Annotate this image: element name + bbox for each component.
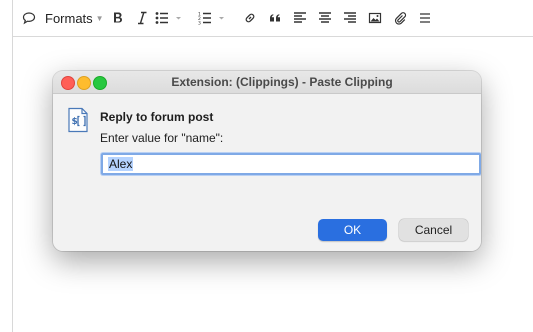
svg-text:3: 3 [198, 21, 201, 26]
align-right-button[interactable] [339, 6, 361, 30]
numbered-list-button[interactable]: 1 2 3 [198, 6, 226, 30]
align-left-icon [294, 12, 306, 23]
dialog-body: $ Reply to forum post Enter value for "n… [53, 94, 481, 251]
align-center-button[interactable] [314, 6, 336, 30]
bulleted-list-icon [155, 12, 181, 24]
dialog-titlebar[interactable]: Extension: (Clippings) - Paste Clipping [53, 71, 481, 94]
blockquote-icon [270, 14, 280, 22]
ok-button[interactable]: OK [318, 219, 387, 241]
more-menu-button[interactable] [414, 6, 436, 30]
link-button[interactable] [239, 6, 261, 30]
name-value-input[interactable]: Alex [101, 153, 481, 175]
paste-clipping-dialog: Extension: (Clippings) - Paste Clipping … [53, 71, 481, 251]
dialog-heading: Reply to forum post [100, 110, 214, 124]
attachment-button[interactable] [389, 6, 411, 30]
bold-icon [114, 12, 122, 23]
attachment-icon [394, 12, 407, 25]
dialog-prompt: Enter value for "name": [100, 131, 224, 145]
cancel-button[interactable]: Cancel [399, 219, 468, 241]
input-selected-text: Alex [108, 157, 134, 171]
menu-icon [420, 13, 430, 23]
chevron-down-icon: ▼ [95, 13, 104, 23]
italic-icon [138, 11, 147, 25]
insert-image-button[interactable] [364, 6, 386, 30]
formats-label: Formats [45, 10, 93, 26]
svg-text:$: $ [72, 117, 78, 127]
align-right-icon [344, 12, 356, 23]
blockquote-button[interactable] [264, 6, 286, 30]
image-icon [368, 12, 382, 24]
comment-button[interactable] [18, 6, 40, 30]
comment-icon [22, 12, 36, 25]
link-icon [245, 13, 255, 23]
formats-dropdown[interactable]: Formats ▼ [45, 6, 104, 30]
dialog-title: Extension: (Clippings) - Paste Clipping [171, 75, 393, 89]
align-center-icon [319, 12, 331, 23]
numbered-list-icon: 1 2 3 [198, 12, 224, 26]
editor-toolbar: Formats ▼ 1 2 3 [13, 0, 533, 37]
bulleted-list-button[interactable] [155, 6, 183, 30]
align-left-button[interactable] [289, 6, 311, 30]
clippings-app-icon: $ [67, 107, 91, 138]
bold-button[interactable] [107, 6, 129, 30]
italic-button[interactable] [131, 6, 153, 30]
